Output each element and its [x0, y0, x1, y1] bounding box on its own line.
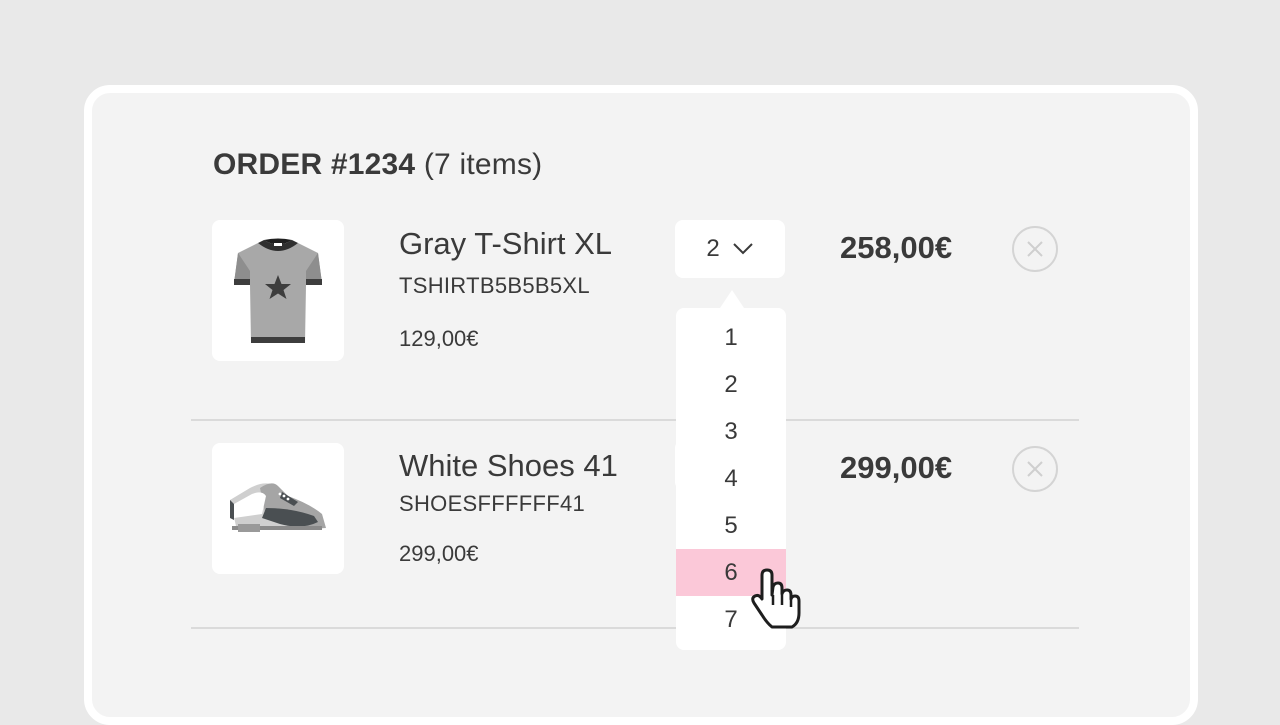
chevron-down-icon — [732, 243, 753, 255]
quantity-select[interactable]: 2 — [675, 220, 785, 278]
quantity-option[interactable]: 4 — [676, 455, 786, 502]
quantity-option[interactable]: 1 — [676, 314, 786, 361]
product-thumbnail[interactable] — [212, 220, 344, 361]
order-item-count: (7 items) — [423, 148, 543, 181]
quantity-option[interactable]: 5 — [676, 502, 786, 549]
close-icon — [1027, 461, 1043, 477]
item-unit-price: 129,00€ — [399, 326, 479, 351]
tshirt-icon — [234, 238, 322, 343]
item-name[interactable]: Gray T-Shirt XL — [399, 226, 612, 262]
item-total: 299,00€ — [840, 450, 953, 485]
remove-item-button[interactable] — [1012, 226, 1058, 272]
quantity-option[interactable]: 2 — [676, 361, 786, 408]
item-total: 258,00€ — [840, 230, 953, 265]
item-name[interactable]: White Shoes 41 — [399, 448, 618, 484]
row-divider — [191, 627, 1079, 629]
close-icon — [1027, 241, 1043, 257]
quantity-option[interactable]: 3 — [676, 408, 786, 455]
order-number: ORDER #1234 — [213, 148, 416, 181]
row-divider — [191, 419, 1079, 421]
remove-item-button[interactable] — [1012, 446, 1058, 492]
hand-cursor-icon — [751, 568, 801, 629]
item-sku: TSHIRTB5B5B5XL — [399, 273, 590, 298]
dropdown-caret — [720, 290, 744, 308]
item-sku: SHOESFFFFFF41 — [399, 491, 586, 516]
quantity-value: 2 — [706, 235, 720, 262]
product-thumbnail[interactable] — [212, 443, 344, 574]
item-unit-price: 299,00€ — [399, 541, 479, 566]
order-title: ORDER #1234 (7 items) — [213, 148, 542, 182]
shoes-icon — [230, 482, 326, 532]
